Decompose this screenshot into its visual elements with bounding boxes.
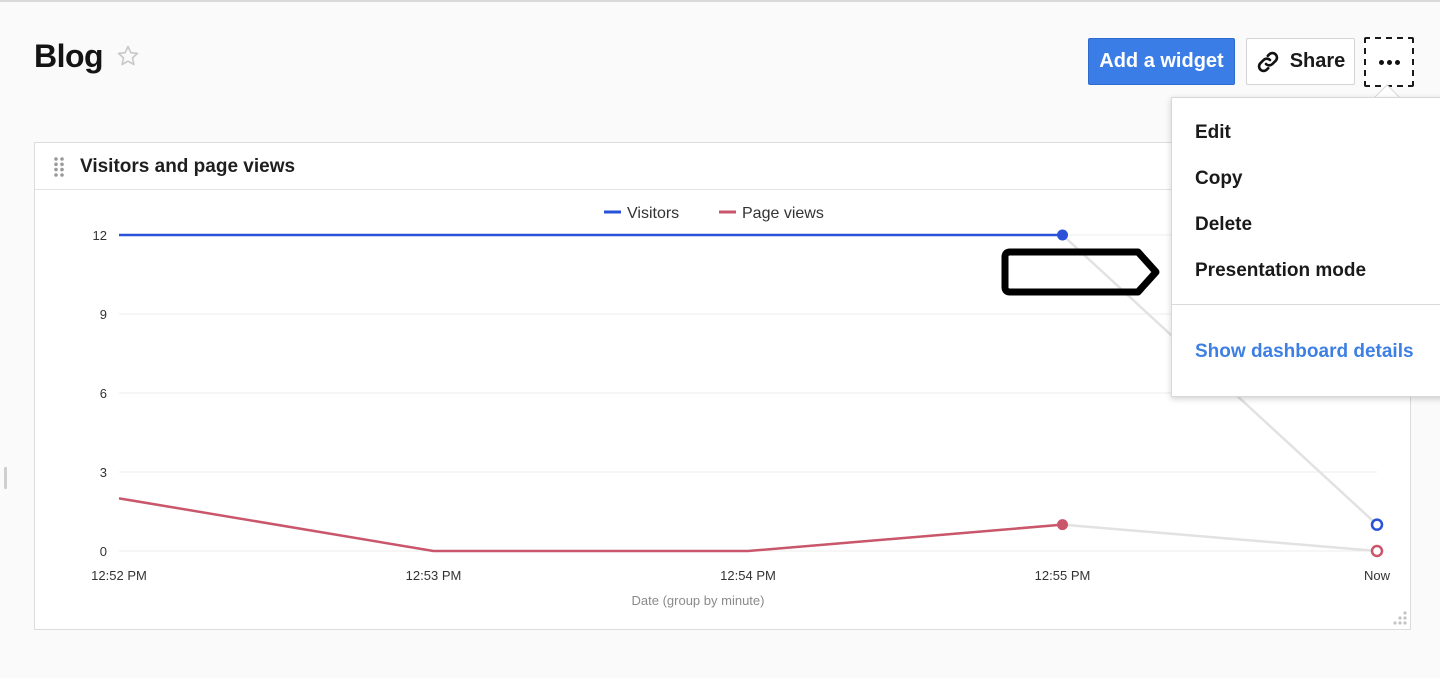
menu-item-copy[interactable]: Copy (1195, 168, 1243, 190)
x-tick-label: 12:53 PM (406, 568, 462, 583)
legend-label: Visitors (627, 205, 679, 222)
x-tick-label: 12:54 PM (720, 568, 776, 583)
legend-label: Page views (742, 205, 824, 222)
menu-item-delete[interactable]: Delete (1195, 214, 1252, 236)
y-tick-label: 9 (100, 307, 107, 322)
x-tick-label: Now (1364, 568, 1391, 583)
series-incomplete-segment (1062, 523, 1378, 553)
resize-corner-icon[interactable] (1393, 611, 1407, 625)
share-button[interactable]: Share (1246, 38, 1355, 85)
add-widget-label: Add a widget (1099, 50, 1224, 72)
data-point-incomplete (1370, 544, 1384, 558)
x-axis-label: Date (group by minute) (632, 593, 765, 608)
add-widget-button[interactable]: Add a widget (1088, 38, 1235, 85)
legend-item: Page views (719, 205, 824, 222)
x-tick-label: 12:55 PM (1035, 568, 1091, 583)
options-menu: Edit Copy Delete Presentation mode Show … (1171, 97, 1440, 397)
y-tick-label: 0 (100, 544, 107, 559)
data-point-incomplete (1370, 518, 1384, 531)
menu-item-edit[interactable]: Edit (1195, 122, 1231, 144)
show-dashboard-details-link[interactable]: Show dashboard details (1195, 341, 1414, 363)
sidebar-resize-handle[interactable] (4, 467, 7, 489)
y-tick-label: 3 (100, 465, 107, 480)
link-icon (1257, 51, 1278, 72)
star-outline-icon[interactable] (116, 44, 140, 68)
annotation-arrow-shape (1001, 248, 1160, 296)
x-tick-label: 12:52 PM (91, 568, 147, 583)
ellipsis-icon (1378, 59, 1400, 65)
y-tick-label: 12 (93, 228, 107, 243)
page-title: Blog (34, 38, 104, 74)
menu-item-presentation-mode[interactable]: Presentation mode (1195, 260, 1366, 282)
share-label: Share (1289, 50, 1346, 72)
legend-item: Visitors (604, 205, 679, 222)
menu-divider (1172, 304, 1440, 305)
y-tick-label: 6 (100, 386, 107, 401)
series-line-page-views (118, 497, 1063, 553)
data-point (1057, 519, 1068, 531)
more-options-button[interactable] (1364, 37, 1414, 87)
data-point (1057, 229, 1068, 241)
